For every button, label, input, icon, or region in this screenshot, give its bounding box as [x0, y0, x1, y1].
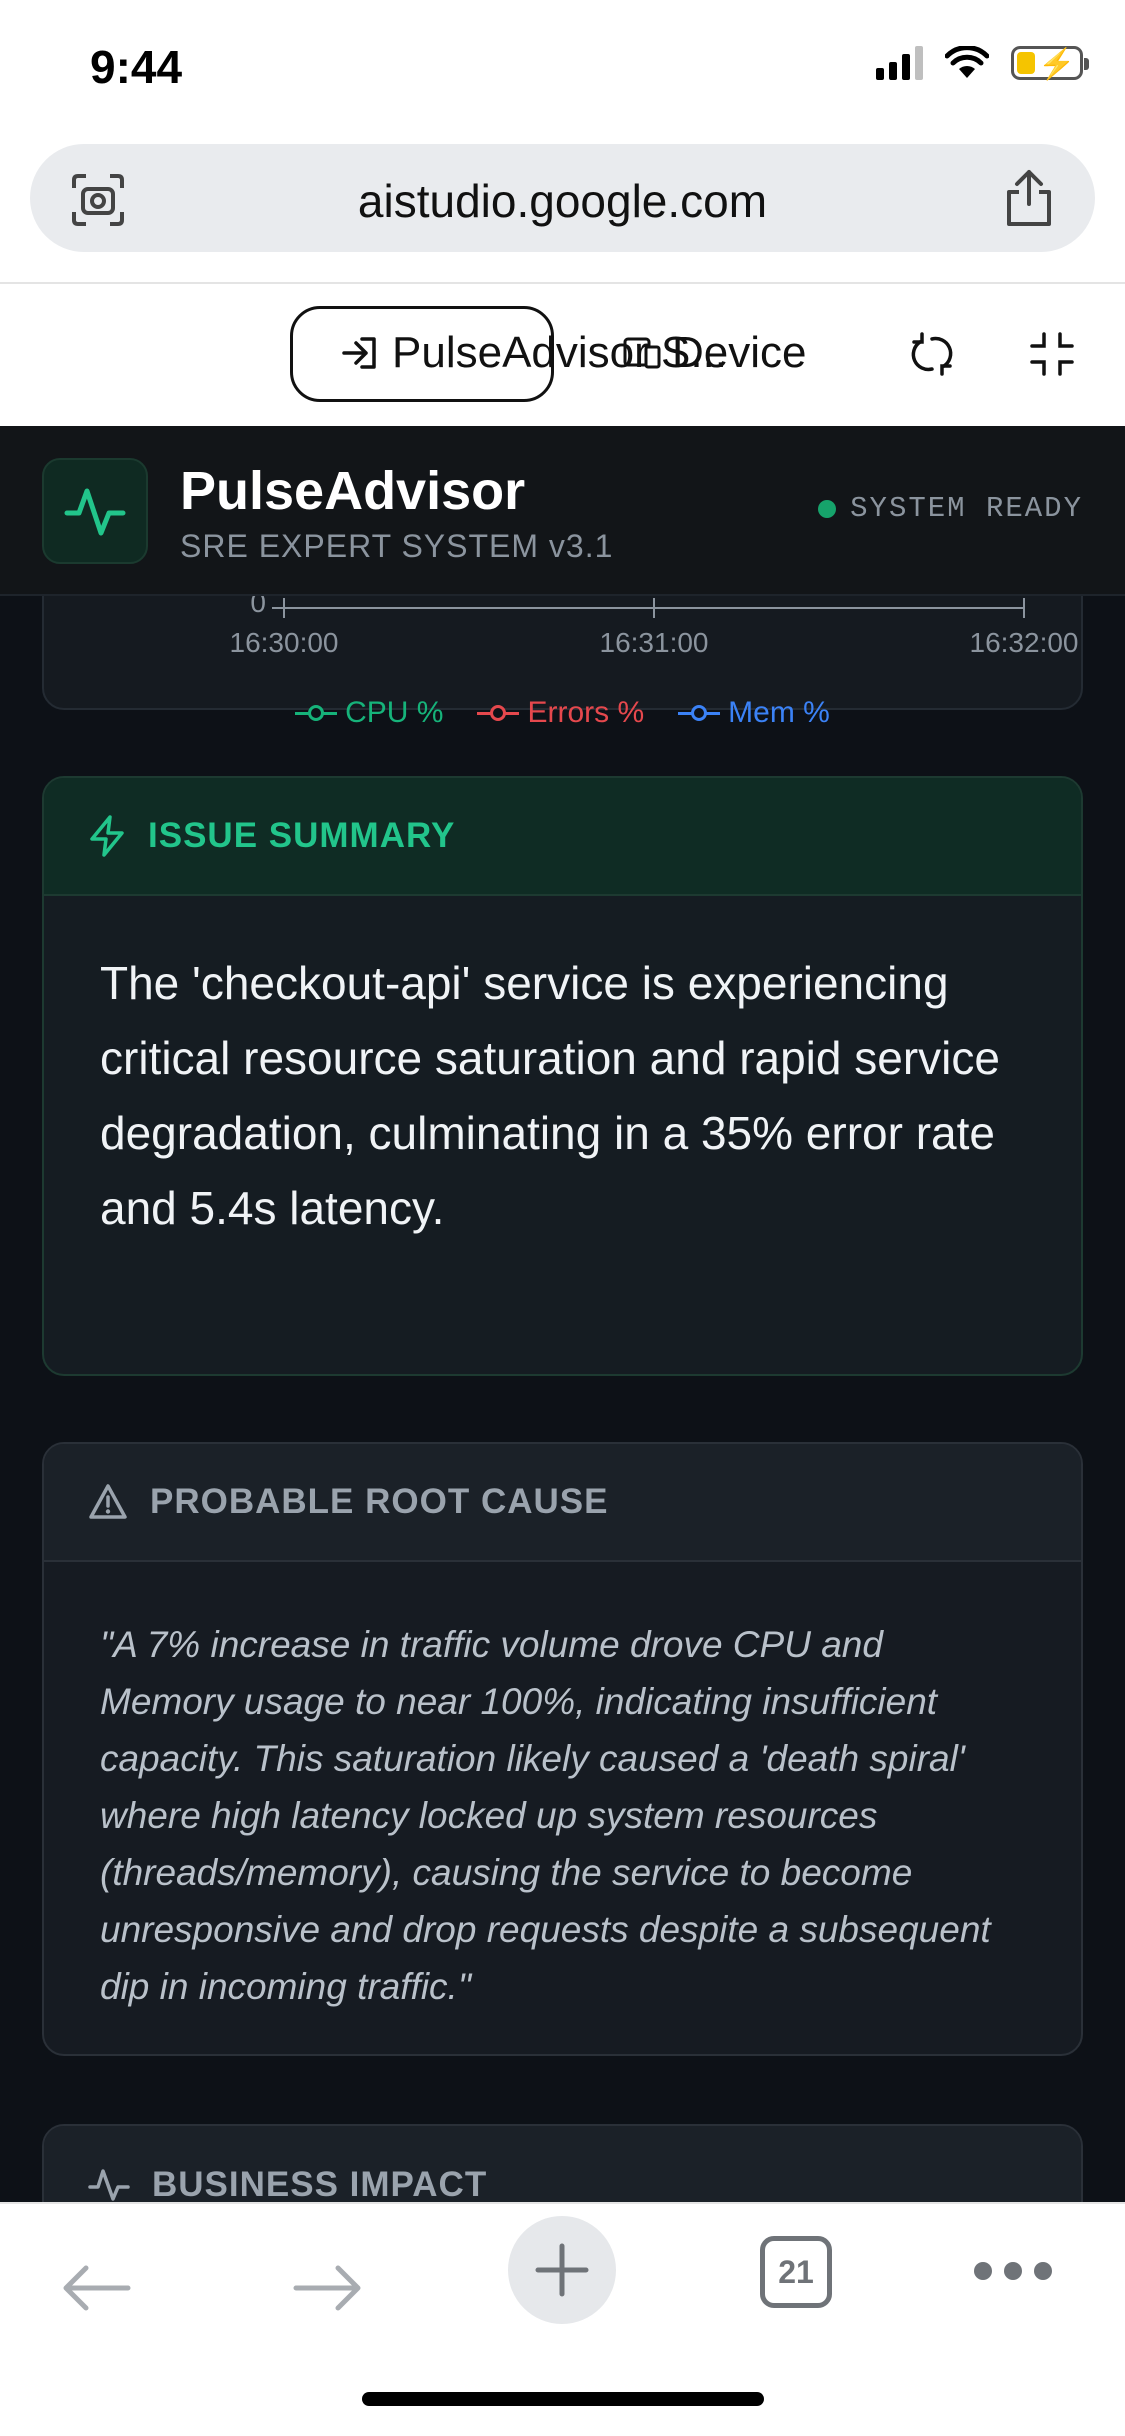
- device-icon: [623, 337, 661, 369]
- legend-item[interactable]: CPU %: [295, 696, 443, 730]
- share-icon[interactable]: [1003, 168, 1055, 228]
- app-header: PulseAdvisor SRE EXPERT SYSTEM v3.1 SYST…: [0, 426, 1125, 596]
- status-time: 9:44: [90, 41, 183, 93]
- business-impact-header: BUSINESS IMPACT: [44, 2126, 1081, 2202]
- url-text[interactable]: aistudio.google.com: [30, 174, 1095, 228]
- pulse-icon: [64, 488, 126, 536]
- chart-legend: CPU % Errors % Mem %: [0, 696, 1125, 730]
- app-logo: [42, 458, 148, 564]
- legend-swatch: [295, 703, 338, 723]
- legend-label: Mem %: [728, 696, 830, 729]
- warning-icon: [89, 1484, 127, 1519]
- status-icons: ⚡: [876, 46, 1089, 81]
- status-dot: [818, 499, 837, 518]
- app-subtitle: SRE EXPERT SYSTEM v3.1: [180, 528, 614, 564]
- studio-toolbar: PulseAdvisor S... Device: [0, 284, 1125, 426]
- legend-swatch: [477, 703, 520, 723]
- browser-url-area: aistudio.google.com: [0, 138, 1125, 284]
- app-title: PulseAdvisor: [180, 461, 526, 521]
- exit-arrow-icon: [342, 337, 376, 369]
- root-cause-text: "A 7% increase in traffic volume drove C…: [100, 1624, 991, 2007]
- fullscreen-icon[interactable]: [1030, 332, 1074, 376]
- legend-item[interactable]: Mem %: [678, 696, 830, 730]
- x-tick-label: 16:32:00: [970, 627, 1079, 658]
- chart-x-axis: 0 16:30:00 16:31:00 16:32:00: [230, 596, 1079, 658]
- legend-label: CPU %: [345, 696, 444, 729]
- issue-summary-title: ISSUE SUMMARY: [148, 816, 456, 855]
- system-status-text: SYSTEM READY: [850, 492, 1083, 525]
- legend-swatch: [678, 703, 721, 723]
- business-impact-card: BUSINESS IMPACT: [42, 2124, 1083, 2202]
- issue-summary-card: ISSUE SUMMARY The 'checkout-api' service…: [42, 776, 1083, 1376]
- main-content[interactable]: 0 16:30:00 16:31:00 16:32:00 CPU % Errors % M…: [0, 596, 1125, 2202]
- device-button[interactable]: Device: [622, 328, 807, 378]
- root-cause-header: PROBABLE ROOT CAUSE: [44, 1444, 1081, 1562]
- metrics-chart-card: 0 16:30:00 16:31:00 16:32:00: [42, 596, 1083, 710]
- system-status: SYSTEM READY: [818, 492, 1083, 525]
- issue-summary-header: ISSUE SUMMARY: [44, 778, 1081, 896]
- wifi-icon: [945, 46, 989, 78]
- rotate-icon[interactable]: [910, 332, 954, 376]
- legend-label: Errors %: [527, 696, 645, 729]
- back-arrow-icon[interactable]: [60, 2264, 132, 2312]
- address-bar[interactable]: aistudio.google.com: [30, 144, 1095, 252]
- device-label: Device: [672, 328, 807, 377]
- issue-summary-text: The 'checkout-api' service is experienci…: [100, 957, 1000, 1234]
- tab-count-button[interactable]: 21: [760, 2236, 832, 2308]
- home-indicator: [362, 2392, 764, 2406]
- y-tick-label: 0: [250, 596, 266, 618]
- legend-item[interactable]: Errors %: [477, 696, 644, 730]
- plus-icon: [535, 2243, 589, 2297]
- root-cause-title: PROBABLE ROOT CAUSE: [150, 1482, 609, 1521]
- root-cause-card: PROBABLE ROOT CAUSE "A 7% increase in tr…: [42, 1442, 1083, 2056]
- battery-icon: ⚡: [1011, 46, 1089, 81]
- new-tab-button[interactable]: [508, 2216, 616, 2324]
- forward-arrow-icon[interactable]: [292, 2264, 364, 2312]
- more-options-icon[interactable]: [974, 2262, 1052, 2280]
- business-impact-title: BUSINESS IMPACT: [152, 2165, 488, 2202]
- lightning-icon: [90, 815, 124, 857]
- cellular-signal-icon: [876, 46, 923, 80]
- x-tick-label: 16:30:00: [230, 627, 339, 658]
- activity-icon: [88, 2169, 130, 2201]
- ios-status-bar: 9:44 ⚡: [0, 0, 1125, 138]
- x-tick-label: 16:31:00: [600, 627, 709, 658]
